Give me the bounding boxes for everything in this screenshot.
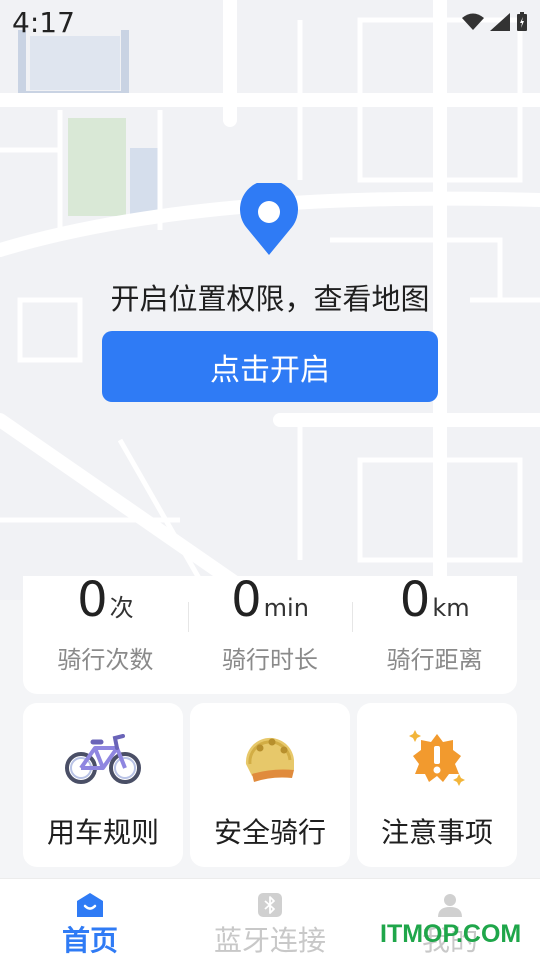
stat-value: 0 xyxy=(399,572,431,628)
card-precautions[interactable]: 注意事项 xyxy=(357,703,517,867)
watermark: ITMOP.COM xyxy=(380,920,522,948)
user-icon xyxy=(438,894,462,917)
card-label: 用车规则 xyxy=(46,816,159,849)
enable-location-button[interactable]: 点击开启 xyxy=(102,331,438,402)
bluetooth-icon xyxy=(258,893,282,917)
wifi-icon xyxy=(462,13,484,30)
location-pin-icon xyxy=(240,183,298,255)
stat-unit: min xyxy=(263,594,309,622)
permission-message: 开启位置权限，查看地图 xyxy=(110,282,430,316)
feature-cards: 用车规则 安全骑行 注意事项 xyxy=(23,703,517,867)
card-safe-riding[interactable]: 安全骑行 xyxy=(190,703,350,867)
tab-label: 首页 xyxy=(61,924,118,957)
tab-label: 蓝牙连接 xyxy=(213,924,326,957)
home-icon xyxy=(77,893,103,917)
status-icons xyxy=(462,12,528,32)
stat-value: 0 xyxy=(231,572,262,628)
ride-stats-panel: 0 次 骑行次数 0 min 骑行时长 0 km 骑行距离 xyxy=(23,576,517,694)
stat-unit: km xyxy=(432,594,470,622)
status-time: 4:17 xyxy=(12,5,75,39)
bicycle-icon xyxy=(65,725,141,791)
tab-bluetooth[interactable]: 蓝牙连接 xyxy=(180,879,360,960)
card-label: 安全骑行 xyxy=(213,816,326,849)
stat-unit: 次 xyxy=(109,594,134,622)
battery-icon xyxy=(517,12,527,31)
stat-value: 0 xyxy=(77,572,108,628)
warning-icon xyxy=(399,725,475,791)
stat-ride-duration: 0 min 骑行时长 xyxy=(187,572,353,694)
tab-home[interactable]: 首页 xyxy=(0,879,180,960)
stat-ride-count: 0 次 骑行次数 xyxy=(23,576,188,694)
stat-label: 骑行距离 xyxy=(386,646,483,674)
stat-ride-distance: 0 km 骑行距离 xyxy=(352,576,517,694)
helmet-icon xyxy=(232,725,308,791)
stat-label: 骑行次数 xyxy=(57,646,154,674)
status-bar: 4:17 xyxy=(0,0,540,44)
card-usage-rules[interactable]: 用车规则 xyxy=(23,703,183,867)
card-label: 注意事项 xyxy=(380,816,493,849)
stat-label: 骑行时长 xyxy=(222,646,318,674)
signal-icon xyxy=(490,13,510,31)
